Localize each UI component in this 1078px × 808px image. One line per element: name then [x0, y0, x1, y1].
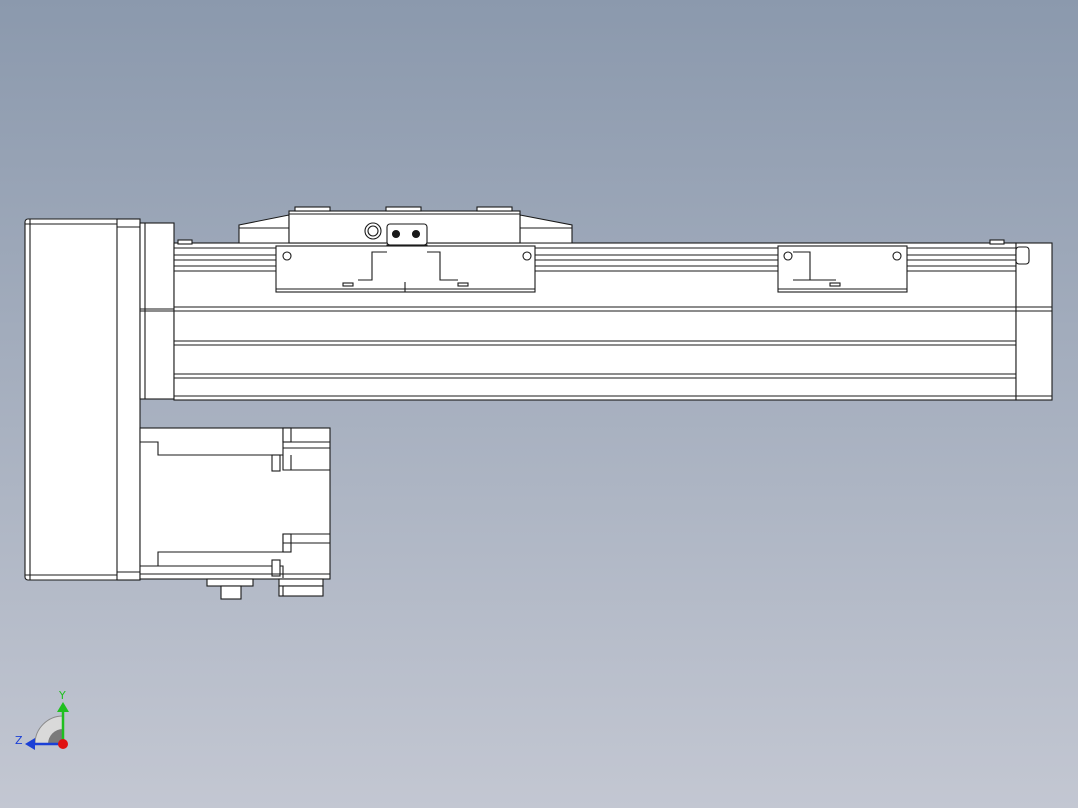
slider-1-screw-left — [282, 251, 292, 261]
far-end-cap[interactable] — [1015, 242, 1053, 401]
triad-y-label: Y — [58, 689, 66, 702]
motor-housing[interactable] — [24, 218, 120, 581]
slider-2-screw-right — [892, 251, 902, 261]
slider-block-1[interactable] — [275, 245, 536, 293]
motor-side-end-cap[interactable] — [139, 222, 175, 400]
slider-block-2[interactable] — [777, 245, 908, 293]
triad-x-dot — [58, 739, 68, 749]
rail-stud-right — [989, 239, 1005, 245]
connector-right[interactable] — [278, 578, 324, 597]
bracket-hole-right — [411, 229, 421, 239]
gearbox-housing[interactable] — [139, 427, 331, 580]
triad-z-label: Z — [15, 734, 23, 747]
cad-graphics-viewport[interactable]: Y Z — [0, 0, 1078, 808]
viewport-background — [0, 0, 1078, 808]
bracket-hole-left — [391, 229, 401, 239]
motor-flange[interactable] — [116, 218, 141, 581]
slider-1-screw-right — [522, 251, 532, 261]
slider-2-screw-left — [783, 251, 793, 261]
rail-stud-left — [177, 239, 193, 245]
carriage-knob[interactable] — [364, 222, 382, 240]
